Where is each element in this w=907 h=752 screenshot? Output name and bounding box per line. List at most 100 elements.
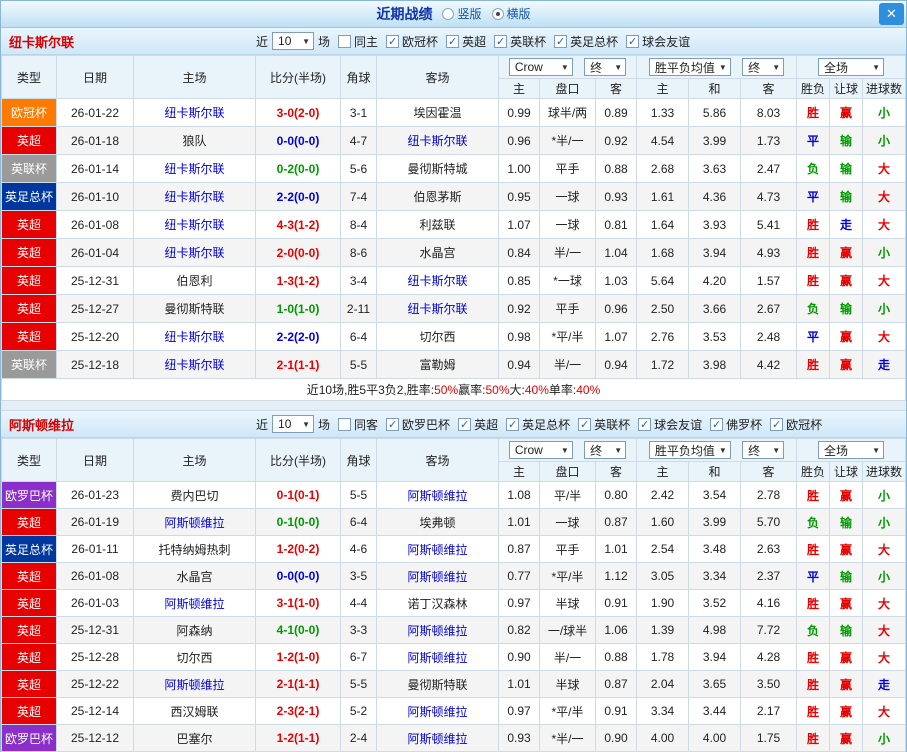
odds-away: 0.90 — [594, 724, 638, 752]
corner-score: 3-4 — [340, 266, 377, 295]
away-team[interactable]: 埃弗顿 — [376, 508, 499, 536]
league-filter-checkbox[interactable]: ✓ 球会友谊 — [638, 416, 702, 433]
odds-home: 1.01 — [498, 670, 540, 698]
away-team[interactable]: 水晶宫 — [376, 238, 499, 267]
league-filter-checkbox[interactable]: ✓ 佛罗杯 — [710, 416, 762, 433]
away-team[interactable]: 利兹联 — [376, 210, 499, 239]
home-team[interactable]: 纽卡斯尔联 — [133, 154, 256, 183]
avg-away: 2.67 — [740, 294, 798, 323]
league-filter-checkbox[interactable]: ✓ 球会友谊 — [626, 33, 690, 50]
league-filter-label: 欧冠杯 — [786, 417, 823, 432]
away-team[interactable]: 纽卡斯尔联 — [376, 266, 499, 295]
handicap-line: 平手 — [539, 154, 596, 183]
league-filter-checkbox[interactable]: ✓ 欧罗巴杯 — [386, 416, 450, 433]
filterbar: 纽卡斯尔联 近 10 ▼ 场 同主 ✓ 欧冠杯 ✓ 英超 ✓ 英联杯 ✓ 英足总杯 ✓ 球会友谊 — [1, 28, 906, 55]
league-filter-checkbox[interactable]: ✓ 英联杯 — [494, 33, 546, 50]
home-team[interactable]: 曼彻斯特联 — [133, 294, 256, 323]
summary-part: 胜率: — [406, 383, 435, 397]
avg-period-value: 终 — [748, 443, 761, 458]
home-team[interactable]: 西汉姆联 — [133, 697, 256, 725]
league-filter-checkbox[interactable]: ✓ 英足总杯 — [506, 416, 570, 433]
away-team[interactable]: 曼彻斯特联 — [376, 670, 499, 698]
avg-period-select[interactable]: 终 ▼ — [742, 441, 785, 459]
corner-score: 8-4 — [340, 210, 377, 239]
league-filter-checkbox[interactable]: ✓ 英超 — [446, 33, 486, 50]
away-team[interactable]: 伯恩茅斯 — [376, 182, 499, 211]
avg-away: 7.72 — [740, 616, 798, 644]
handicap-line: 球半/两 — [539, 98, 596, 127]
home-team[interactable]: 伯恩利 — [133, 266, 256, 295]
match-count-select[interactable]: 10 ▼ — [272, 32, 315, 50]
home-team[interactable]: 巴塞尔 — [133, 724, 256, 752]
odds-home: 0.94 — [498, 350, 540, 379]
away-team[interactable]: 阿斯顿维拉 — [376, 562, 499, 590]
home-team[interactable]: 切尔西 — [133, 643, 256, 671]
avg-draw: 3.34 — [688, 562, 742, 590]
home-team[interactable]: 纽卡斯尔联 — [133, 210, 256, 239]
home-team[interactable]: 阿斯顿维拉 — [133, 589, 256, 617]
away-team[interactable]: 诺丁汉森林 — [376, 589, 499, 617]
away-team[interactable]: 富勒姆 — [376, 350, 499, 379]
away-team[interactable]: 曼彻斯特城 — [376, 154, 499, 183]
layout-radio-1[interactable]: 横版 — [491, 5, 531, 22]
odds-period-select[interactable]: 终 ▼ — [584, 441, 627, 459]
home-team[interactable]: 纽卡斯尔联 — [133, 182, 256, 211]
home-team[interactable]: 狼队 — [133, 126, 256, 155]
avg-period-select[interactable]: 终 ▼ — [742, 58, 785, 76]
home-team[interactable]: 纽卡斯尔联 — [133, 98, 256, 127]
league-filter-checkbox[interactable]: ✓ 欧冠杯 — [386, 33, 438, 50]
home-team[interactable]: 纽卡斯尔联 — [133, 238, 256, 267]
league-filter-checkbox[interactable]: ✓ 欧冠杯 — [770, 416, 822, 433]
home-team[interactable]: 费内巴切 — [133, 481, 256, 509]
handicap-line: *一球 — [539, 266, 596, 295]
games-label: 场 — [318, 417, 331, 432]
close-button[interactable]: ✕ — [879, 3, 904, 25]
odds-home: 0.92 — [498, 294, 540, 323]
away-team[interactable]: 埃因霍温 — [376, 98, 499, 127]
scope-select[interactable]: 全场 ▼ — [818, 58, 884, 76]
home-team[interactable]: 阿斯顿维拉 — [133, 670, 256, 698]
match-type-badge: 英联杯 — [1, 350, 57, 379]
league-filter-checkbox[interactable]: ✓ 英联杯 — [578, 416, 630, 433]
odds-home: 0.98 — [498, 322, 540, 351]
away-team[interactable]: 阿斯顿维拉 — [376, 643, 499, 671]
home-team[interactable]: 纽卡斯尔联 — [133, 322, 256, 351]
bookmaker-select[interactable]: Crow ▼ — [508, 58, 573, 76]
away-team[interactable]: 阿斯顿维拉 — [376, 697, 499, 725]
odds-period-select[interactable]: 终 ▼ — [584, 58, 627, 76]
league-filter-checkbox[interactable]: ✓ 英超 — [458, 416, 498, 433]
avg-type-select[interactable]: 胜平负均值 ▼ — [648, 58, 731, 76]
result-handicap: 赢 — [829, 266, 864, 295]
avg-away: 2.78 — [740, 481, 798, 509]
checkbox-unchecked-icon — [338, 34, 352, 48]
scope-select[interactable]: 全场 ▼ — [818, 441, 884, 459]
home-team[interactable]: 纽卡斯尔联 — [133, 350, 256, 379]
handicap-line: 半球 — [539, 670, 596, 698]
home-team[interactable]: 阿斯顿维拉 — [133, 508, 256, 536]
home-team[interactable]: 水晶宫 — [133, 562, 256, 590]
away-team[interactable]: 纽卡斯尔联 — [376, 126, 499, 155]
away-team[interactable]: 阿斯顿维拉 — [376, 481, 499, 509]
handicap-line: *平/半 — [539, 697, 596, 725]
col-corner: 角球 — [340, 55, 377, 99]
away-team[interactable]: 切尔西 — [376, 322, 499, 351]
league-filter-checkbox[interactable]: ✓ 英足总杯 — [554, 33, 618, 50]
result-goals: 小 — [862, 562, 906, 590]
away-team[interactable]: 阿斯顿维拉 — [376, 535, 499, 563]
match-row: 英足总杯 26-01-11 托特纳姆热刺 1-2(0-2) 4-6 阿斯顿维拉 0.87 平手… — [1, 535, 906, 563]
bookmaker-value: Crow — [514, 60, 543, 74]
home-team[interactable]: 阿森纳 — [133, 616, 256, 644]
layout-radio-0[interactable]: 竖版 — [442, 5, 482, 22]
same-venue-checkbox[interactable]: 同客 — [338, 416, 378, 433]
corner-score: 4-6 — [340, 535, 377, 563]
avg-type-select[interactable]: 胜平负均值 ▼ — [648, 441, 731, 459]
match-count-select[interactable]: 10 ▼ — [272, 415, 315, 433]
away-team[interactable]: 纽卡斯尔联 — [376, 294, 499, 323]
bookmaker-select[interactable]: Crow ▼ — [508, 441, 573, 459]
home-team[interactable]: 托特纳姆热刺 — [133, 535, 256, 563]
same-venue-checkbox[interactable]: 同主 — [338, 33, 378, 50]
handicap-line: *半/一 — [539, 126, 596, 155]
away-team[interactable]: 阿斯顿维拉 — [376, 616, 499, 644]
away-team[interactable]: 阿斯顿维拉 — [376, 724, 499, 752]
odds-group-header: Crow ▼ 终 ▼ — [497, 55, 638, 79]
